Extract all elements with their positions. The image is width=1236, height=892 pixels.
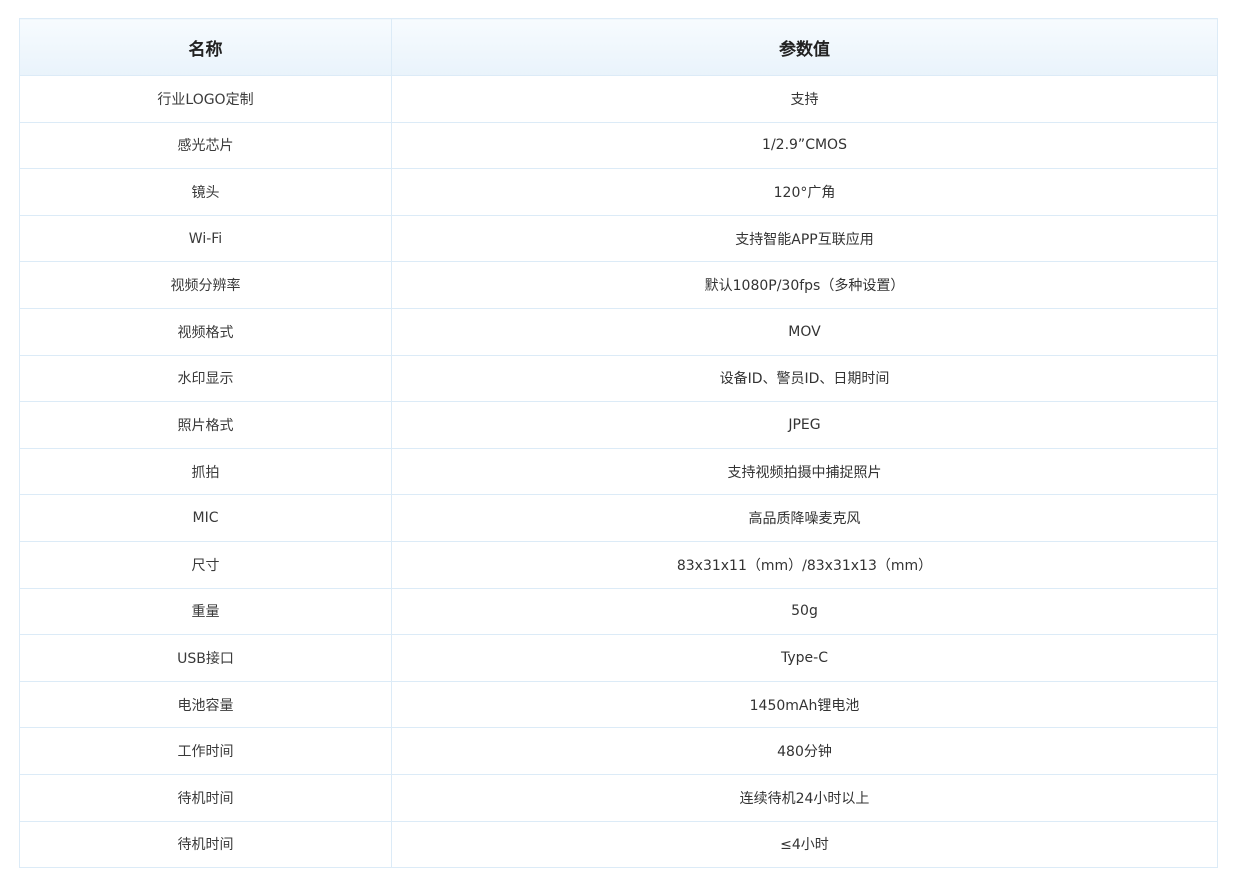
table-row: 照片格式 JPEG xyxy=(19,401,1218,449)
spec-name: 水印显示 xyxy=(19,354,392,403)
spec-name: 照片格式 xyxy=(19,401,392,449)
spec-name: USB接口 xyxy=(19,634,392,682)
spec-value: ≤4小时 xyxy=(391,820,1218,869)
table-row: 重量 50g xyxy=(19,587,1218,636)
spec-value: 83x31x11（mm）/83x31x13（mm） xyxy=(391,540,1218,589)
spec-name: 感光芯片 xyxy=(19,121,392,170)
spec-value: 1/2.9”CMOS xyxy=(391,121,1218,170)
table-row: 行业LOGO定制 支持 xyxy=(19,75,1218,123)
table-row: USB接口 Type-C xyxy=(19,634,1218,682)
table-row: 镜头 120°广角 xyxy=(19,168,1218,216)
spec-name: 视频格式 xyxy=(19,307,392,356)
spec-table: 名称 参数值 行业LOGO定制 支持 感光芯片 1/2.9”CMOS 镜头 120°广… xyxy=(19,18,1218,869)
table-row: Wi-Fi 支持智能APP互联应用 xyxy=(19,214,1218,263)
table-row: 工作时间 480分钟 xyxy=(19,727,1218,775)
table-row: 电池容量 1450mAh锂电池 xyxy=(19,680,1218,729)
spec-value: MOV xyxy=(391,307,1218,356)
spec-value: 设备ID、警员ID、日期时间 xyxy=(391,354,1218,403)
header-value: 参数值 xyxy=(391,18,1218,76)
header-name: 名称 xyxy=(19,18,392,76)
spec-value: JPEG xyxy=(391,401,1218,449)
spec-name: 待机时间 xyxy=(19,773,392,822)
spec-value: 支持 xyxy=(391,75,1218,123)
table-row: 待机时间 连续待机24小时以上 xyxy=(19,773,1218,822)
spec-name: 待机时间 xyxy=(19,820,392,869)
table-row: 待机时间 ≤4小时 xyxy=(19,820,1218,869)
table-row: 抓拍 支持视频拍摄中捕捉照片 xyxy=(19,447,1218,496)
spec-value: 连续待机24小时以上 xyxy=(391,773,1218,822)
table-header: 名称 参数值 xyxy=(19,18,1218,76)
table-row: MIC 高品质降噪麦克风 xyxy=(19,494,1218,542)
table-row: 尺寸 83x31x11（mm）/83x31x13（mm） xyxy=(19,540,1218,589)
table-row: 水印显示 设备ID、警员ID、日期时间 xyxy=(19,354,1218,403)
spec-name: 抓拍 xyxy=(19,447,392,496)
header-row: 名称 参数值 xyxy=(19,18,1218,76)
spec-value: 50g xyxy=(391,587,1218,636)
spec-name: 重量 xyxy=(19,587,392,636)
spec-value: 高品质降噪麦克风 xyxy=(391,494,1218,542)
table-row: 视频分辨率 默认1080P/30fps（多种设置） xyxy=(19,261,1218,309)
spec-value: 支持智能APP互联应用 xyxy=(391,214,1218,263)
spec-value: 480分钟 xyxy=(391,727,1218,775)
table-row: 视频格式 MOV xyxy=(19,307,1218,356)
spec-name: 工作时间 xyxy=(19,727,392,775)
spec-value: 120°广角 xyxy=(391,168,1218,216)
spec-value: Type-C xyxy=(391,634,1218,682)
spec-name: 视频分辨率 xyxy=(19,261,392,309)
spec-name: Wi-Fi xyxy=(19,214,392,263)
spec-name: 镜头 xyxy=(19,168,392,216)
spec-name: 尺寸 xyxy=(19,540,392,589)
spec-value: 支持视频拍摄中捕捉照片 xyxy=(391,447,1218,496)
spec-value: 1450mAh锂电池 xyxy=(391,680,1218,729)
table-row: 感光芯片 1/2.9”CMOS xyxy=(19,121,1218,170)
spec-value: 默认1080P/30fps（多种设置） xyxy=(391,261,1218,309)
spec-name: 电池容量 xyxy=(19,680,392,729)
spec-name: 行业LOGO定制 xyxy=(19,75,392,123)
table-body: 行业LOGO定制 支持 感光芯片 1/2.9”CMOS 镜头 120°广角 Wi-Fi… xyxy=(19,75,1218,869)
spec-name: MIC xyxy=(19,494,392,542)
